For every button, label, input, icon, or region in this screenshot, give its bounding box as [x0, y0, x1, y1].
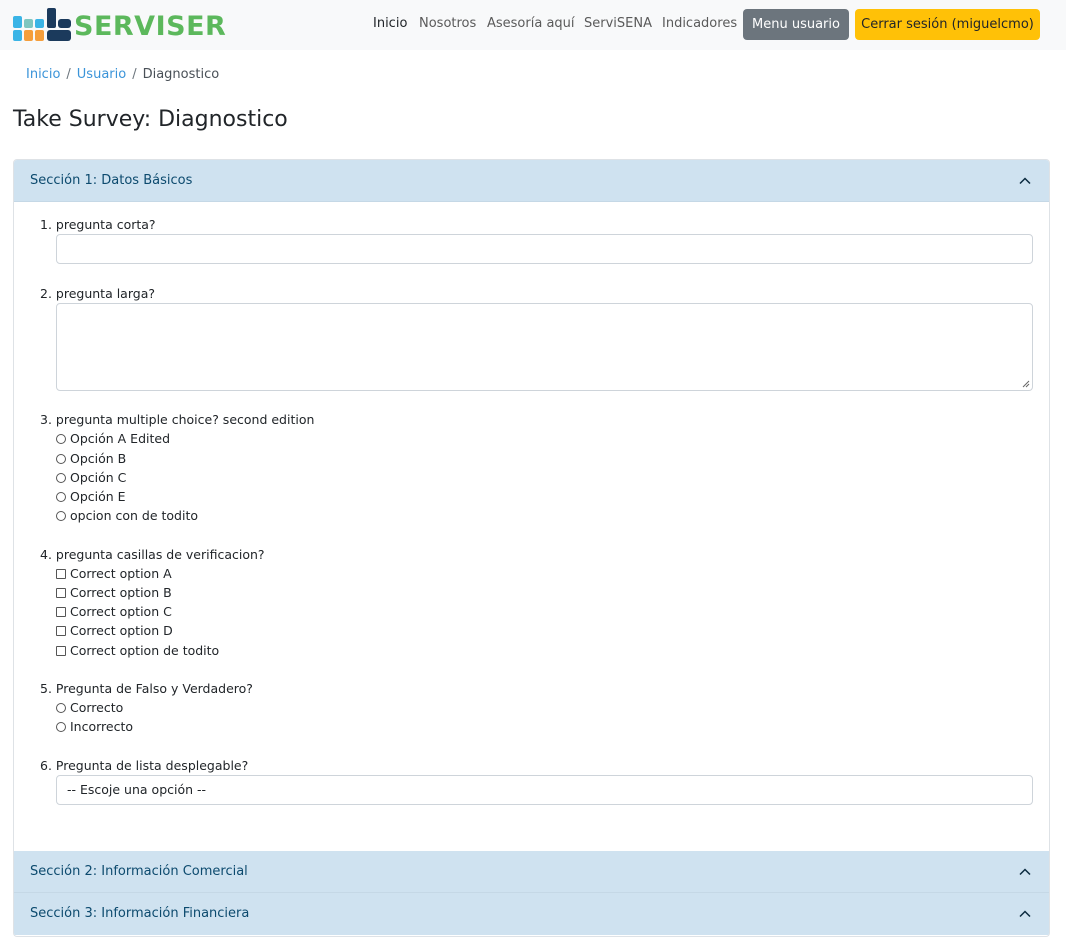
logout-button[interactable]: Cerrar sesión (miguelcmo)	[855, 9, 1040, 40]
section-1-title: Sección 1: Datos Básicos	[30, 173, 193, 188]
option-label: Correct option A	[70, 566, 172, 581]
option-label: Incorrecto	[70, 719, 134, 734]
question-3-option[interactable]: Opción E	[56, 489, 126, 505]
breadcrumb-current: Diagnostico	[142, 67, 220, 82]
page-title: Take Survey: Diagnostico	[13, 107, 288, 132]
breadcrumb-inicio[interactable]: Inicio	[26, 67, 60, 82]
brand-logo[interactable]: SERVISER	[12, 6, 226, 44]
option-label: Correct option C	[70, 604, 172, 619]
survey-accordion: Sección 1: Datos Básicos 1. pregunta cor…	[13, 159, 1050, 937]
question-4-option[interactable]: Correct option D	[56, 623, 173, 639]
option-label: Correct option B	[70, 585, 172, 600]
user-menu-button[interactable]: Menu usuario	[743, 9, 849, 40]
question-4-option[interactable]: Correct option C	[56, 604, 172, 620]
section-3-header[interactable]: Sección 3: Información Financiera	[14, 893, 1049, 935]
option-label: Correct option de todito	[70, 643, 220, 658]
question-5-option[interactable]: Incorrecto	[56, 719, 133, 735]
checkbox[interactable]	[56, 588, 66, 598]
checkbox[interactable]	[56, 646, 66, 656]
radio-button[interactable]	[56, 434, 66, 444]
navbar: SERVISER Inicio Nosotros Asesoría aquí S…	[0, 0, 1066, 50]
question-6-select[interactable]: -- Escoje una opción --	[56, 775, 1033, 805]
question-5-option[interactable]: Correcto	[56, 700, 123, 716]
checkbox[interactable]	[56, 607, 66, 617]
question-6-label: 6. Pregunta de lista desplegable?	[40, 758, 249, 773]
section-2-title: Sección 2: Información Comercial	[30, 864, 248, 879]
option-label: Correcto	[70, 700, 124, 715]
option-label: Opción C	[70, 470, 127, 485]
checkbox[interactable]	[56, 626, 66, 636]
chevron-up-icon	[1019, 868, 1031, 876]
nav-link-servisena[interactable]: ServiSENA	[584, 16, 652, 32]
nav-link-nosotros[interactable]: Nosotros	[419, 16, 476, 32]
question-2-textarea[interactable]	[56, 303, 1033, 391]
chevron-up-icon	[1019, 177, 1031, 185]
option-label: Correct option D	[70, 623, 173, 638]
question-3-option[interactable]: opcion con de todito	[56, 508, 198, 524]
radio-button[interactable]	[56, 473, 66, 483]
logo-mark-icon	[13, 8, 71, 41]
question-3-option[interactable]: Opción C	[56, 470, 126, 486]
option-label: Opción B	[70, 451, 127, 466]
question-4-option[interactable]: Correct option de todito	[56, 643, 219, 659]
breadcrumb: Inicio / Usuario / Diagnostico	[26, 67, 219, 83]
brand-name: SERVISER	[74, 11, 227, 42]
radio-button[interactable]	[56, 492, 66, 502]
radio-button[interactable]	[56, 454, 66, 464]
question-3-option[interactable]: Opción B	[56, 451, 126, 467]
radio-button[interactable]	[56, 511, 66, 521]
option-label: Opción E	[70, 489, 126, 504]
checkbox[interactable]	[56, 569, 66, 579]
breadcrumb-separator: /	[66, 67, 71, 82]
nav-link-inicio[interactable]: Inicio	[373, 16, 407, 32]
chevron-up-icon	[1019, 910, 1031, 918]
question-1-input[interactable]	[56, 234, 1033, 264]
question-4-option[interactable]: Correct option B	[56, 585, 172, 601]
question-3-option[interactable]: Opción A Edited	[56, 431, 170, 447]
option-label: opcion con de todito	[70, 508, 198, 523]
section-2-header[interactable]: Sección 2: Información Comercial	[14, 851, 1049, 893]
option-label: Opción A Edited	[70, 431, 171, 446]
section-3-title: Sección 3: Información Financiera	[30, 906, 250, 921]
nav-link-indicadores[interactable]: Indicadores	[662, 16, 737, 32]
question-4-label: 4. pregunta casillas de verificacion?	[40, 547, 265, 562]
question-1-label: 1. pregunta corta?	[40, 217, 156, 232]
radio-button[interactable]	[56, 703, 66, 713]
question-4-option[interactable]: Correct option A	[56, 566, 172, 582]
breadcrumb-separator: /	[132, 67, 137, 82]
question-2-label: 2. pregunta larga?	[40, 286, 155, 301]
nav-link-asesoria[interactable]: Asesoría aquí	[487, 16, 575, 32]
section-1-header[interactable]: Sección 1: Datos Básicos	[14, 160, 1049, 202]
resize-handle-icon[interactable]	[1022, 380, 1030, 388]
section-1-body: 1. pregunta corta? 2. pregunta larga? 3.…	[14, 202, 1049, 851]
question-3-label: 3. pregunta multiple choice? second edit…	[40, 412, 315, 427]
breadcrumb-usuario[interactable]: Usuario	[77, 67, 126, 82]
question-5-label: 5. Pregunta de Falso y Verdadero?	[40, 681, 253, 696]
radio-button[interactable]	[56, 722, 66, 732]
